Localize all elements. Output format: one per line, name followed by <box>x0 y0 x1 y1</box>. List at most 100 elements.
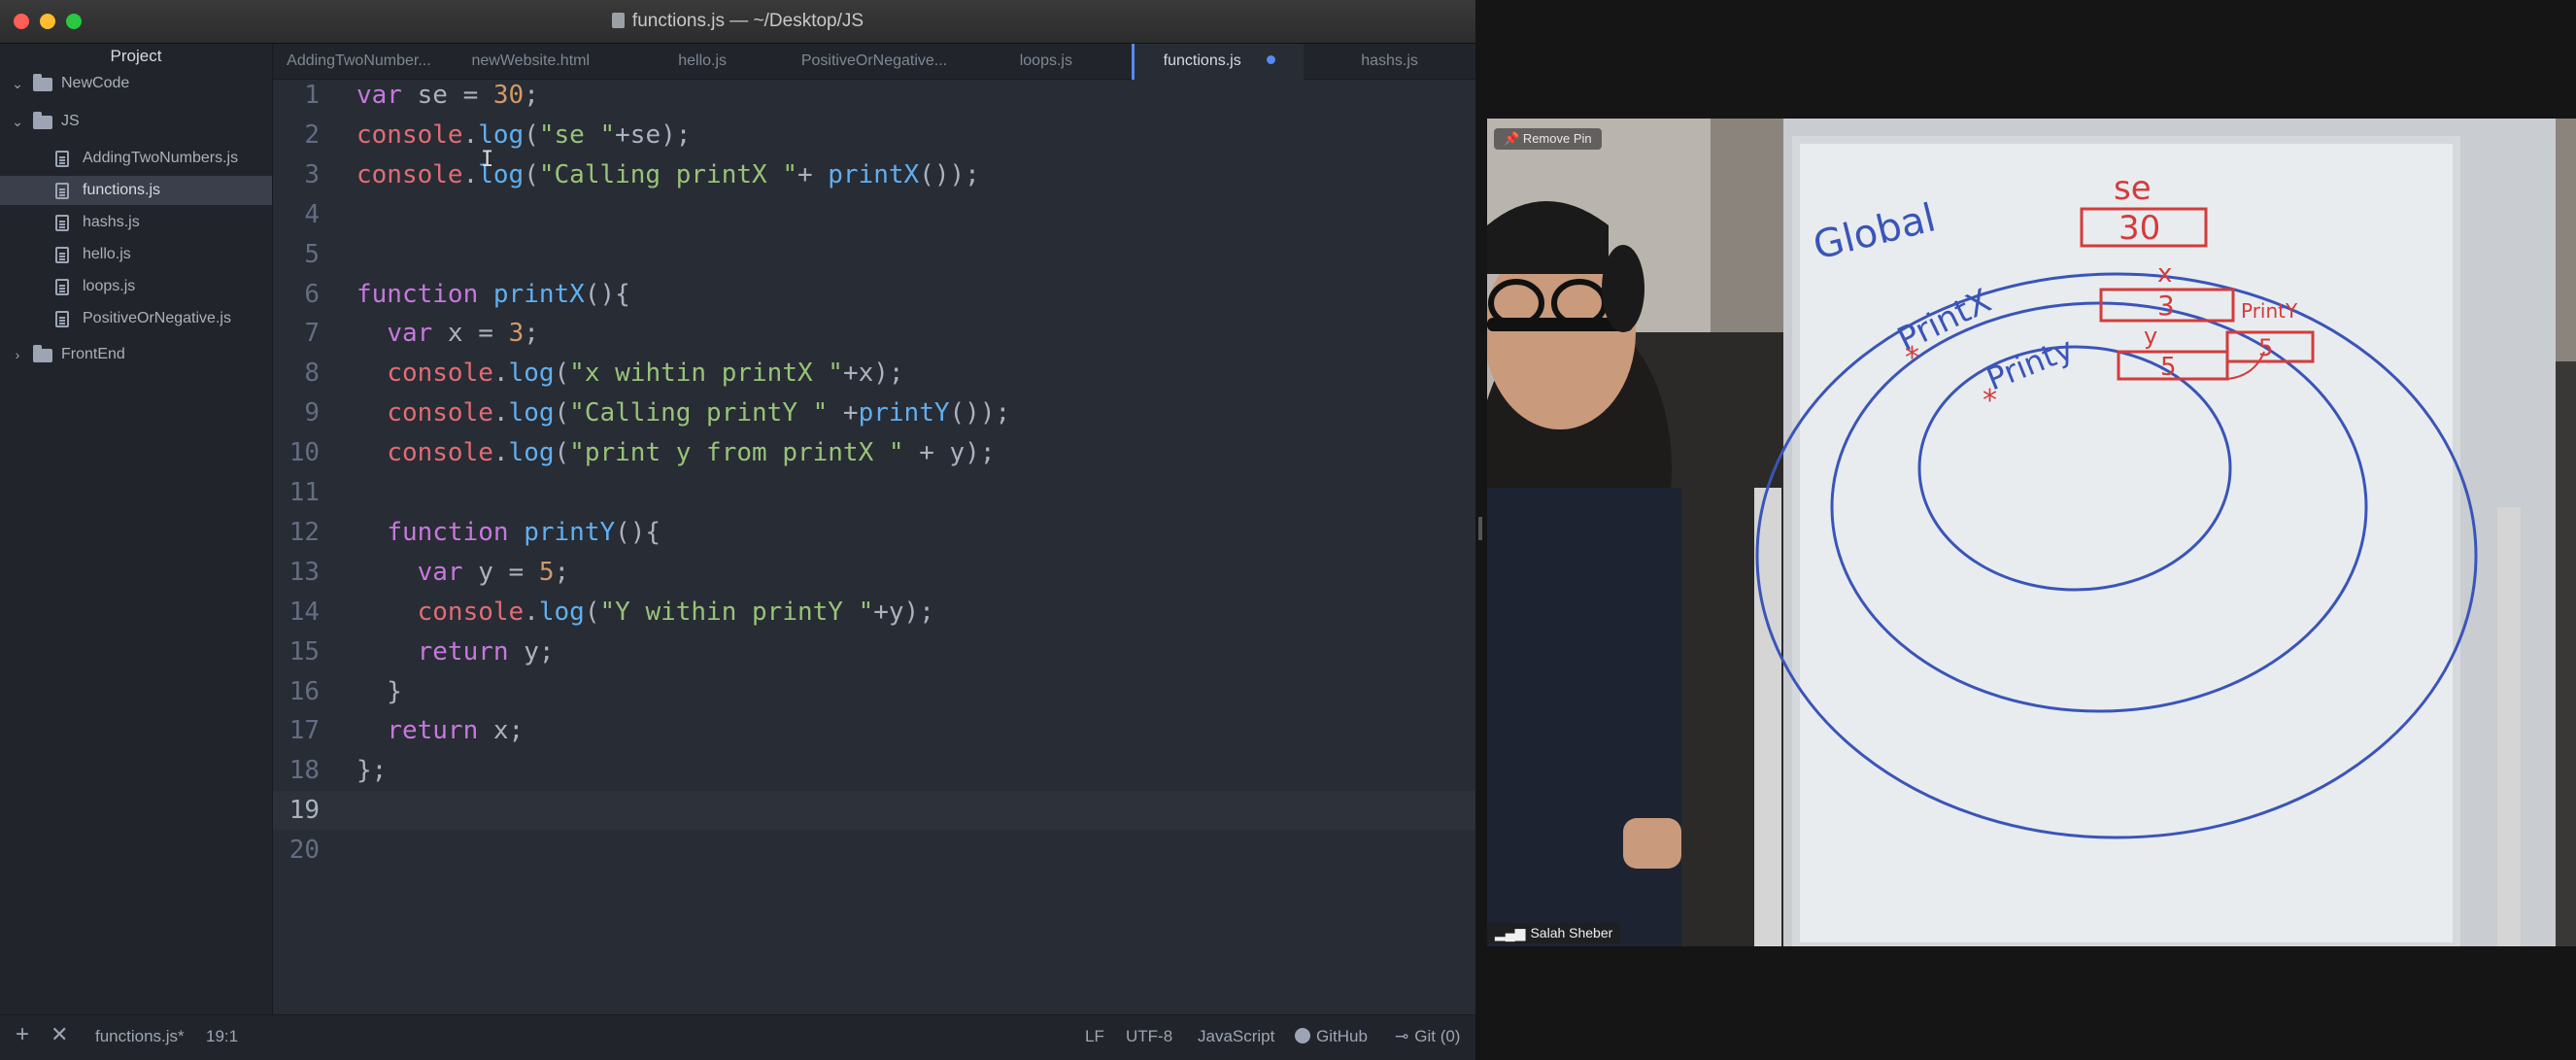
code-text: } <box>356 676 402 706</box>
editor-tab[interactable]: loops.js <box>960 44 1132 79</box>
tree-file[interactable]: hello.js <box>0 240 272 269</box>
code-line[interactable]: 17 return x; <box>273 711 1475 750</box>
video-feed: Global se 30 PrintX x 3 Printy y 5 Print… <box>1487 119 2576 946</box>
tree-file[interactable]: AddingTwoNumbers.js <box>0 144 272 173</box>
tab-label: hashs.js <box>1361 52 1418 69</box>
editor-tab[interactable]: newWebsite.html <box>445 44 617 79</box>
tree-item-label: hello.js <box>83 246 131 262</box>
code-text: }; <box>356 756 388 786</box>
tab-label: PositiveOrNegative... <box>800 52 948 69</box>
tree-item-label: AddingTwoNumbers.js <box>83 150 239 166</box>
code-line[interactable]: 7 var x = 3; <box>273 314 1475 353</box>
line-number: 11 <box>288 478 320 507</box>
code-text: var y = 5; <box>417 557 570 587</box>
tree-item-label: PositiveOrNegative.js <box>83 310 231 326</box>
line-number: 13 <box>288 557 320 587</box>
window-title: functions.js — ~/Desktop/JS <box>0 11 1475 32</box>
wb-x: x <box>2157 259 2172 289</box>
pin-icon: 📌 <box>1504 131 1523 146</box>
chevron-down-icon[interactable]: ⌄ <box>8 107 27 136</box>
tree-item-label: loops.js <box>83 278 136 294</box>
line-number: 15 <box>288 636 320 667</box>
tree-folder[interactable]: ⌄ NewCode <box>0 69 272 98</box>
wb-y-value: 5 <box>2160 353 2177 382</box>
line-number: 5 <box>304 239 320 269</box>
git-button[interactable]: ⊸ Git (0) <box>1395 1027 1460 1046</box>
code-line[interactable]: 8 console.log("x wihtin printX "+x); <box>273 354 1475 393</box>
editor-tab[interactable]: hashs.js <box>1304 44 1475 79</box>
cursor-position[interactable]: 19:1 <box>206 1027 238 1046</box>
github-icon <box>1295 1028 1310 1043</box>
code-line[interactable]: 10 console.log("print y from printX " + … <box>273 433 1475 472</box>
github-button[interactable]: GitHub <box>1295 1027 1368 1046</box>
wb-star-icon: * <box>1983 384 1997 418</box>
code-text: function printY(){ <box>387 517 661 547</box>
line-number: 14 <box>288 597 320 627</box>
line-number: 8 <box>304 359 320 389</box>
plus-icon[interactable]: + <box>16 1021 29 1048</box>
editor-tab[interactable]: hello.js <box>617 44 789 79</box>
line-number: 4 <box>304 199 320 229</box>
grammar-selector[interactable]: JavaScript <box>1198 1027 1274 1046</box>
folder-icon <box>33 74 52 91</box>
code-line[interactable]: 5 <box>273 235 1475 274</box>
tree-file[interactable]: hashs.js <box>0 208 272 237</box>
tree-file[interactable]: PositiveOrNegative.js <box>0 304 272 333</box>
chevron-down-icon[interactable]: ⌄ <box>8 69 27 98</box>
code-text: console.log("print y from printX " + y); <box>387 438 996 468</box>
project-sidebar: Project ⌄ NewCode ⌄ JS AddingTwoNumbers.js fu… <box>0 44 273 1015</box>
file-icon <box>55 247 69 263</box>
file-icon <box>55 215 69 231</box>
code-line[interactable]: 15 return y; <box>273 633 1475 671</box>
code-line[interactable]: 6 function printX(){ <box>273 275 1475 314</box>
code-line[interactable]: 19 <box>273 791 1475 831</box>
code-line[interactable]: 16 } <box>273 672 1475 711</box>
split-handle[interactable] <box>1478 517 1482 540</box>
code-line[interactable]: 3 console.log("Calling printX "+ printX()… <box>273 155 1475 194</box>
wb-y: y <box>2144 323 2157 350</box>
code-text: var x = 3; <box>387 319 539 349</box>
remove-pin-button[interactable]: 📌 Remove Pin <box>1494 128 1602 150</box>
status-bar: + ✕ functions.js* 19:1 LF UTF-8 JavaScri… <box>0 1014 1475 1060</box>
title-bar: functions.js — ~/Desktop/JS <box>0 0 1475 44</box>
file-icon <box>55 311 69 327</box>
tree-item-label: functions.js <box>83 182 161 198</box>
line-number: 17 <box>288 716 320 746</box>
code-line[interactable]: 1 var se = 30; <box>273 76 1475 115</box>
status-file-name[interactable]: functions.js* <box>95 1027 185 1046</box>
code-line[interactable]: 11 <box>273 473 1475 512</box>
tab-label: functions.js <box>1163 52 1241 69</box>
wb-printy-value: 5 <box>2258 334 2273 361</box>
code-line[interactable]: 2 console.log("se "+se); <box>273 116 1475 154</box>
line-number: 1 <box>304 81 320 110</box>
chevron-right-icon[interactable]: › <box>8 340 27 369</box>
tree-file[interactable]: loops.js <box>0 272 272 301</box>
code-line[interactable]: 9 console.log("Calling printY " +printY(… <box>273 393 1475 432</box>
line-number: 2 <box>304 120 320 150</box>
file-icon <box>611 13 625 28</box>
code-line[interactable]: 4 <box>273 195 1475 234</box>
code-line[interactable]: 14 console.log("Y within printY "+y); <box>273 593 1475 632</box>
folder-icon <box>33 345 52 362</box>
code-line[interactable]: 13 var y = 5; <box>273 553 1475 592</box>
code-line[interactable]: 18}; <box>273 751 1475 790</box>
tree-item-label: NewCode <box>61 75 130 91</box>
github-label: GitHub <box>1316 1027 1368 1045</box>
atom-editor-window: functions.js — ~/Desktop/JS Project ⌄ New… <box>0 0 1475 1060</box>
line-ending[interactable]: LF <box>1085 1027 1104 1046</box>
tree-file[interactable]: functions.js <box>0 176 272 205</box>
code-text: return y; <box>417 636 555 667</box>
code-line[interactable]: 20 <box>273 831 1475 870</box>
tab-label: AddingTwoNumber... <box>287 52 431 69</box>
tree-folder[interactable]: › FrontEnd <box>0 340 272 369</box>
file-encoding[interactable]: UTF-8 <box>1126 1027 1172 1046</box>
line-number: 18 <box>288 756 320 786</box>
line-number: 3 <box>304 159 320 189</box>
editor-tab[interactable]: PositiveOrNegative... <box>789 44 961 79</box>
editor-tab[interactable]: AddingTwoNumber... <box>273 44 445 79</box>
tree-folder[interactable]: ⌄ JS <box>0 107 272 136</box>
line-number: 7 <box>304 319 320 349</box>
editor-tab[interactable]: functions.js <box>1132 44 1305 80</box>
code-line[interactable]: 12 function printY(){ <box>273 513 1475 552</box>
close-icon[interactable]: ✕ <box>51 1022 68 1047</box>
